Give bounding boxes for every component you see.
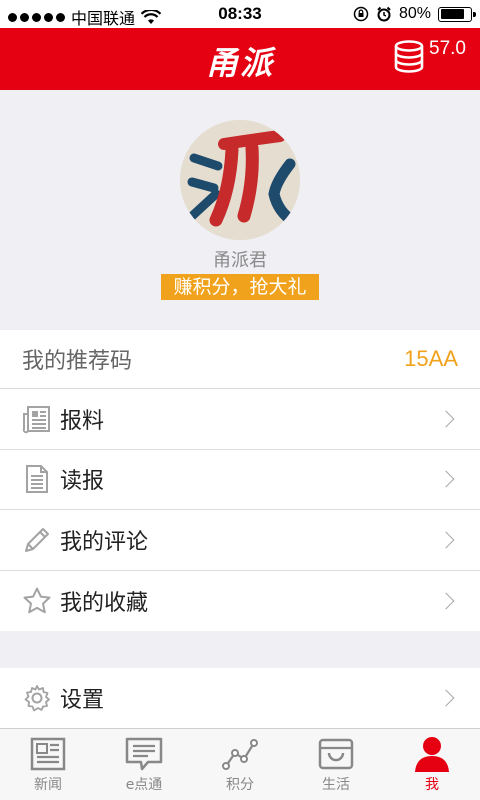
chevron-right-icon xyxy=(437,689,455,707)
menu-item-my-favorites[interactable]: 我的收藏 xyxy=(0,571,480,632)
menu-item-report[interactable]: 报料 xyxy=(0,389,480,450)
gear-icon xyxy=(24,685,50,712)
alarm-icon xyxy=(377,6,391,22)
menu-item-read-paper[interactable]: 读报 xyxy=(0,450,480,510)
profile-section: 甬派君 赚积分，抢大礼 xyxy=(0,90,480,330)
pencil-icon xyxy=(25,527,49,552)
referral-row: 我的推荐码 15AA xyxy=(0,330,480,389)
menu-item-label: 读报 xyxy=(60,469,105,495)
app-header: 甬派 57.0 xyxy=(0,28,480,90)
chevron-right-icon xyxy=(437,470,455,488)
message-icon xyxy=(125,737,163,771)
menu-item-label: 设置 xyxy=(60,688,105,714)
chevron-right-icon xyxy=(437,531,455,549)
news-icon xyxy=(30,737,66,771)
battery-percent: 80% xyxy=(398,5,431,22)
tab-points[interactable]: 积分 xyxy=(192,729,288,800)
tab-me[interactable]: 我 xyxy=(384,729,480,800)
coin-balance[interactable]: 57.0 xyxy=(393,38,466,74)
section-divider xyxy=(0,632,480,668)
tab-label: 生活 xyxy=(322,777,350,793)
settings-list: 设置 xyxy=(0,668,480,728)
battery-fill xyxy=(440,9,464,19)
earn-points-banner[interactable]: 赚积分，抢大礼 xyxy=(161,274,319,300)
document-icon xyxy=(26,465,48,494)
chevron-right-icon xyxy=(437,410,455,428)
menu-item-my-comments[interactable]: 我的评论 xyxy=(0,510,480,571)
rotation-lock-icon xyxy=(353,6,369,22)
tab-label: 积分 xyxy=(226,777,254,793)
status-right: 80% xyxy=(353,5,476,23)
referral-label: 我的推荐码 xyxy=(22,349,133,374)
user-icon xyxy=(415,737,449,772)
newspaper-icon xyxy=(22,405,50,433)
tab-bar: 新闻 e点通 积分 生活 我 xyxy=(0,728,480,800)
avatar[interactable] xyxy=(180,120,300,240)
referral-code: 15AA xyxy=(404,346,458,371)
coin-stack-icon xyxy=(394,40,424,73)
menu-item-settings[interactable]: 设置 xyxy=(0,668,480,729)
star-icon xyxy=(23,587,51,614)
tab-news[interactable]: 新闻 xyxy=(0,729,96,800)
battery-icon xyxy=(438,6,476,22)
chevron-right-icon xyxy=(437,592,455,610)
pai-logo-avatar xyxy=(180,120,300,240)
menu-item-label: 我的评论 xyxy=(60,529,149,555)
tab-e-dian-tong[interactable]: e点通 xyxy=(96,729,192,800)
username: 甬派君 xyxy=(213,250,267,271)
tab-label: 我 xyxy=(425,777,439,793)
tab-label: 新闻 xyxy=(34,777,62,793)
coin-value: 57.0 xyxy=(429,38,466,59)
menu-list: 我的推荐码 15AA 报料 读报 我的评论 我的收藏 xyxy=(0,330,480,631)
status-bar: 中国联通 08:33 80% xyxy=(0,0,480,28)
tab-label: e点通 xyxy=(125,777,163,793)
trend-icon xyxy=(222,739,258,770)
menu-item-label: 报料 xyxy=(60,408,105,434)
tab-life[interactable]: 生活 xyxy=(288,729,384,800)
menu-item-label: 我的收藏 xyxy=(60,590,149,616)
basket-icon xyxy=(318,738,354,770)
